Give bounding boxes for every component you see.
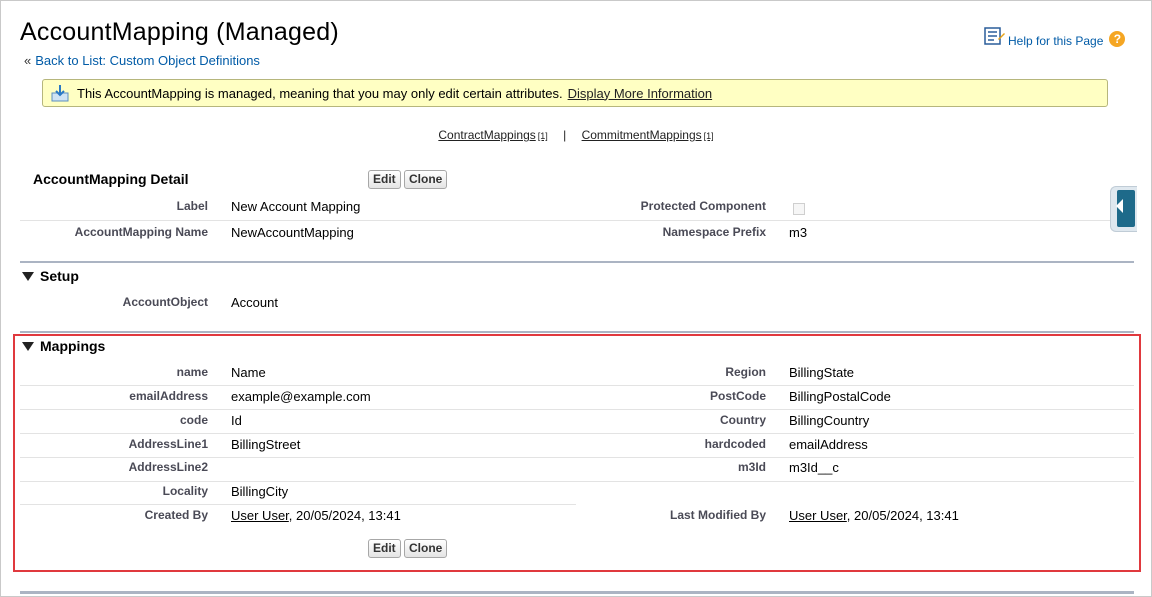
field-value: Account <box>231 295 278 310</box>
help-for-page[interactable]: Help for this Page ? <box>984 26 1126 48</box>
sidebar-toggle-tab[interactable] <box>1110 186 1137 232</box>
section-divider <box>20 261 1134 263</box>
back-prefix: « <box>24 53 32 68</box>
collapse-triangle-icon <box>22 271 34 281</box>
help-link[interactable]: Help for this Page <box>1008 34 1103 48</box>
related-list-links: ContractMappings [1] | CommitmentMappings… <box>0 128 1152 142</box>
section-toggle-setup[interactable]: Setup <box>22 268 79 284</box>
display-more-info-link[interactable]: Display More Information <box>568 86 713 101</box>
collapse-arrow-icon <box>1116 199 1123 213</box>
field-value: NewAccountMapping <box>231 225 354 240</box>
page-title: AccountMapping (Managed) <box>20 18 339 46</box>
protected-component-checkbox <box>793 203 805 215</box>
field-label: Protected Component <box>640 199 766 213</box>
managed-banner: This AccountMapping is managed, meaning … <box>42 79 1108 107</box>
field-label: AccountMapping Name <box>74 225 208 239</box>
mappings-highlight-box <box>13 334 1141 572</box>
section-divider <box>20 331 1134 333</box>
detail-title: AccountMapping Detail <box>33 171 189 187</box>
edit-button-top[interactable]: Edit <box>368 170 401 189</box>
field-label: AccountObject <box>122 295 208 309</box>
related-link-commitment-mappings[interactable]: CommitmentMappings [1] <box>582 128 714 142</box>
field-label: Namespace Prefix <box>662 225 766 239</box>
question-mark-icon[interactable]: ? <box>1109 31 1126 47</box>
field-label: Label <box>176 199 208 213</box>
download-arrow-icon <box>51 85 69 102</box>
section-divider <box>20 591 1134 594</box>
related-separator: | <box>563 128 567 142</box>
field-value: m3 <box>789 225 808 240</box>
help-page-icon <box>984 27 1005 45</box>
back-to-list-link[interactable]: Back to List: Custom Object Definitions <box>35 53 260 68</box>
back-to-list: «Back to List: Custom Object Definitions <box>24 53 260 68</box>
related-link-contract-mappings[interactable]: ContractMappings [1] <box>438 128 547 142</box>
section-title: Setup <box>40 268 79 284</box>
clone-button-top[interactable]: Clone <box>404 170 448 189</box>
setup-row: AccountObject Account <box>20 292 1134 315</box>
banner-text: This AccountMapping is managed, meaning … <box>77 85 563 101</box>
detail-row: Label New Account Mapping Protected Comp… <box>20 197 1134 221</box>
field-value: New Account Mapping <box>231 199 361 214</box>
detail-row: AccountMapping Name NewAccountMapping Na… <box>20 222 1134 245</box>
